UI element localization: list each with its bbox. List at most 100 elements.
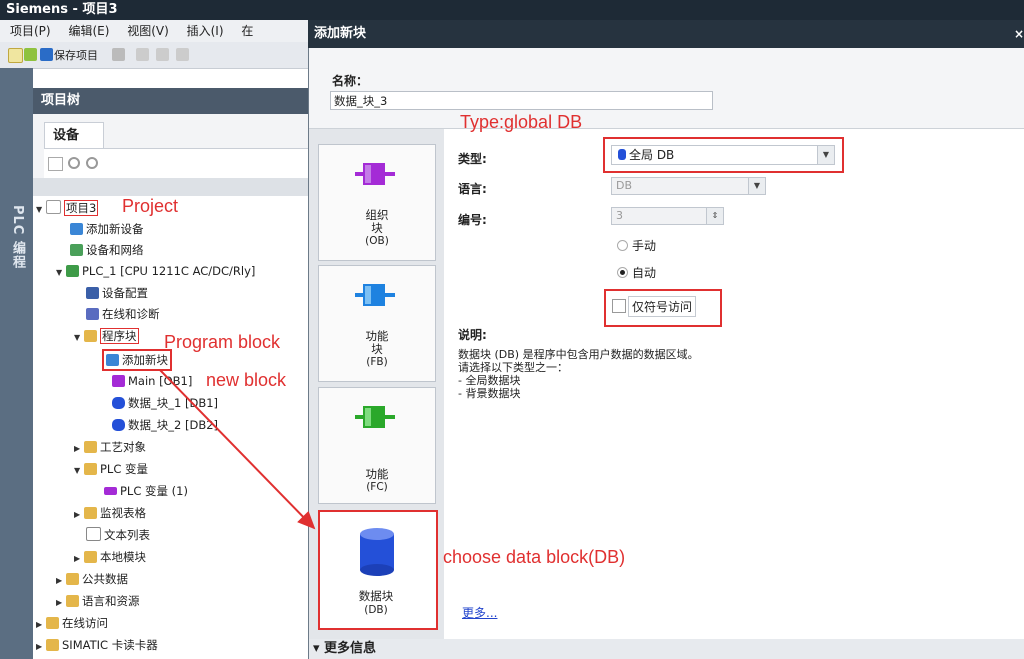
ob-block-icon bbox=[355, 163, 395, 185]
new-folder-icon[interactable] bbox=[48, 157, 63, 171]
tree-item-card-reader[interactable]: ▶ SIMATIC 卡读卡器 bbox=[36, 635, 158, 655]
organization-block-button[interactable]: 组织 块 (OB) bbox=[318, 144, 436, 261]
tree-item-main-ob1[interactable]: Main [OB1] bbox=[112, 371, 192, 391]
side-strip bbox=[0, 68, 33, 659]
symbolic-access-checkbox[interactable] bbox=[612, 299, 626, 313]
radio-auto[interactable]: 自动 bbox=[617, 264, 656, 281]
language-dropdown[interactable]: DB ▼ bbox=[611, 177, 766, 195]
menu-project[interactable]: 项目(P) bbox=[10, 24, 51, 38]
folder-icon bbox=[84, 463, 97, 475]
tree-toolbar bbox=[44, 148, 310, 179]
language-label: 语言: bbox=[458, 182, 487, 196]
tree-item-add-new-block[interactable]: 添加新块 bbox=[102, 349, 172, 371]
function-button[interactable]: 功能 (FC) bbox=[318, 387, 436, 504]
number-stepper[interactable]: 3 ⇕ bbox=[611, 207, 724, 225]
function-block-button[interactable]: 功能 块 (FB) bbox=[318, 265, 436, 382]
type-label: 类型: bbox=[458, 152, 487, 166]
folder-icon bbox=[66, 595, 79, 607]
expand-arrow-icon[interactable]: ▶ bbox=[74, 439, 84, 459]
expand-arrow-icon[interactable]: ▶ bbox=[56, 571, 66, 591]
menu-insert[interactable]: 插入(I) bbox=[187, 24, 224, 38]
spin-icon[interactable]: ⇕ bbox=[706, 208, 723, 224]
dialog-title-bar: 添加新块 bbox=[308, 20, 1024, 48]
annotation-choose-db: choose data block(DB) bbox=[443, 547, 626, 567]
tree-item-online-access[interactable]: ▶ 在线访问 bbox=[36, 613, 108, 633]
devices-tab[interactable]: 设备 bbox=[44, 122, 104, 148]
data-block-button[interactable]: 数据块 (DB) bbox=[318, 510, 438, 630]
ob-icon bbox=[112, 375, 125, 387]
dialog-close-icon[interactable]: × bbox=[1014, 20, 1024, 48]
add-device-icon bbox=[70, 223, 83, 235]
number-label: 编号: bbox=[458, 213, 487, 227]
back-icon[interactable] bbox=[68, 157, 80, 169]
copy-icon[interactable] bbox=[156, 48, 169, 61]
expand-arrow-icon[interactable]: ▼ bbox=[36, 200, 46, 220]
save-icon[interactable] bbox=[40, 48, 53, 61]
more-link[interactable]: 更多... bbox=[462, 604, 497, 621]
tree-item-devices-networks[interactable]: 设备和网络 bbox=[70, 240, 144, 260]
plc-programming-tab[interactable]: PLC 编程 bbox=[7, 205, 27, 269]
db-cylinder-icon bbox=[360, 528, 394, 576]
print-icon[interactable] bbox=[112, 48, 125, 61]
tree-item-tech-objects[interactable]: ▶ 工艺对象 bbox=[74, 437, 146, 457]
expand-arrow-icon[interactable]: ▶ bbox=[74, 549, 84, 569]
add-block-icon bbox=[106, 354, 119, 366]
tree-item-db2[interactable]: 数据_块_2 [DB2] bbox=[112, 415, 218, 435]
network-icon bbox=[70, 244, 83, 256]
tree-item-watch-tables[interactable]: ▶ 监视表格 bbox=[74, 503, 146, 523]
menu-view[interactable]: 视图(V) bbox=[127, 24, 169, 38]
tree-item-languages[interactable]: ▶ 语言和资源 bbox=[56, 591, 140, 611]
menu-bar: 项目(P) 编辑(E) 视图(V) 插入(I) 在 bbox=[0, 20, 310, 42]
folder-icon bbox=[84, 507, 97, 519]
symbolic-access-label[interactable]: 仅符号访问 bbox=[628, 296, 697, 317]
description-label: 说明: bbox=[458, 328, 487, 342]
expand-arrow-icon[interactable]: ▼ bbox=[56, 263, 66, 283]
tree-item-common-data[interactable]: ▶ 公共数据 bbox=[56, 569, 128, 589]
forward-icon[interactable] bbox=[86, 157, 98, 169]
expand-arrow-icon[interactable]: ▶ bbox=[74, 505, 84, 525]
type-highlight-box bbox=[603, 137, 844, 173]
project-tree-header: 项目树 bbox=[33, 88, 310, 114]
radio-manual[interactable]: 手动 bbox=[617, 237, 656, 254]
tree-item-plc1[interactable]: ▼ PLC_1 [CPU 1211C AC/DC/Rly] bbox=[56, 261, 255, 281]
tree-item-online-diag[interactable]: 在线和诊断 bbox=[86, 304, 160, 324]
expand-arrow-icon[interactable]: ▶ bbox=[36, 637, 46, 657]
save-project-button[interactable]: 保存项目 bbox=[54, 47, 98, 63]
window-title-bar: Siemens - 项目3 bbox=[0, 0, 1024, 20]
tree-item-plc-tags[interactable]: ▼ PLC 变量 bbox=[74, 459, 148, 479]
diagnostics-icon bbox=[86, 308, 99, 320]
folder-icon bbox=[46, 639, 59, 651]
name-label: 名称： bbox=[332, 74, 369, 88]
menu-online[interactable]: 在 bbox=[241, 24, 253, 38]
tree-item-plc-tags-1[interactable]: PLC 变量 (1) bbox=[104, 481, 188, 501]
fc-block-icon bbox=[355, 406, 395, 428]
block-name-input[interactable]: 数据_块_3 bbox=[330, 91, 713, 110]
tree-item-program-blocks[interactable]: ▼ 程序块 bbox=[74, 326, 139, 346]
expand-arrow-icon[interactable]: ▶ bbox=[36, 615, 46, 635]
window-title: Siemens - 项目3 bbox=[6, 2, 118, 17]
expand-arrow-icon[interactable]: ▶ bbox=[56, 593, 66, 613]
expand-arrow-icon[interactable]: ▼ bbox=[74, 328, 84, 348]
db-icon bbox=[112, 397, 125, 409]
text-list-icon bbox=[86, 527, 101, 541]
tree-item-db1[interactable]: 数据_块_1 [DB1] bbox=[112, 393, 218, 413]
description-text: 数据块 (DB) 是程序中包含用户数据的数据区域。 请选择以下类型之一： - 全… bbox=[458, 348, 699, 400]
cut-icon[interactable] bbox=[136, 48, 149, 61]
paste-icon[interactable] bbox=[176, 48, 189, 61]
expand-arrow-icon[interactable]: ▼ bbox=[74, 461, 84, 481]
tree-item-device-config[interactable]: 设备配置 bbox=[86, 283, 148, 303]
toolbar: 保存项目 bbox=[0, 42, 310, 69]
open-project-icon[interactable] bbox=[24, 48, 37, 61]
db-icon bbox=[112, 419, 125, 431]
more-info-expander[interactable]: ▾ 更多信息 bbox=[309, 639, 1024, 659]
annotation-project: Project bbox=[122, 196, 179, 216]
tree-item-text-lists[interactable]: 文本列表 bbox=[86, 525, 150, 545]
folder-icon bbox=[84, 330, 97, 342]
chevron-down-icon[interactable]: ▼ bbox=[748, 178, 765, 194]
tree-item-project3[interactable]: ▼ 项目3 bbox=[36, 198, 99, 220]
new-project-icon[interactable] bbox=[8, 48, 23, 63]
dialog-title: 添加新块 bbox=[314, 26, 367, 41]
tree-item-local-modules[interactable]: ▶ 本地模块 bbox=[74, 547, 146, 567]
menu-edit[interactable]: 编辑(E) bbox=[68, 24, 109, 38]
tree-item-add-device[interactable]: 添加新设备 bbox=[70, 219, 144, 239]
